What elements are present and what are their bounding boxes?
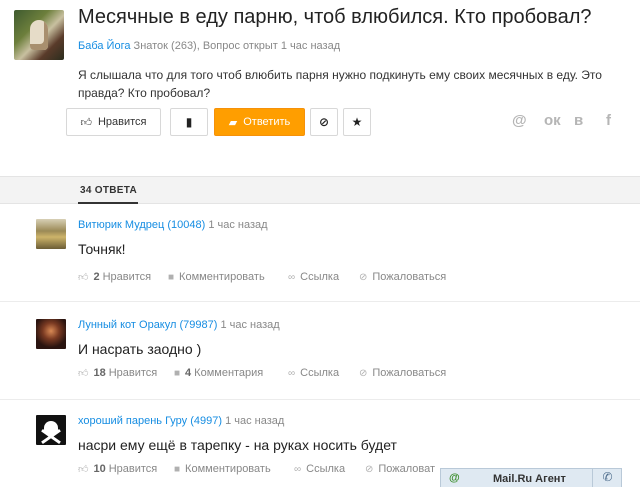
- answers-count[interactable]: 34 ОТВЕТА: [80, 185, 137, 196]
- share-vk-icon[interactable]: в: [574, 112, 583, 132]
- question-block: Месячные в еду парню, чтоб влюбился. Кто…: [14, 6, 634, 174]
- answer-link-label: Ссылка: [300, 271, 340, 283]
- thumbs-up-icon: 👍︎: [78, 272, 89, 283]
- speech-bubble-icon: ▰: [228, 116, 238, 129]
- answer-author-rank: Гуру (4997): [165, 415, 223, 427]
- answer-time: 1 час назад: [208, 219, 268, 231]
- answer-meta: Лунный кот Оракул (79987) 1 час назад: [78, 319, 280, 331]
- answer-report-button[interactable]: ⊘ Пожаловат: [365, 463, 435, 475]
- answer-like-label: Нравится: [108, 463, 158, 475]
- report-icon: ⊘: [365, 463, 374, 475]
- answer-like-label: Нравится: [102, 271, 152, 283]
- answers-tab-underline: [78, 202, 138, 204]
- answer-like-count: 18: [93, 367, 106, 379]
- question-author-rank: Знаток (263), Вопрос открыт 1 час назад: [133, 40, 341, 52]
- answer-report-label: Пожаловат: [378, 463, 436, 475]
- thumbs-up-icon: 👍︎: [78, 464, 89, 475]
- answer-link-label: Ссылка: [306, 463, 346, 475]
- agent-at-icon: @: [449, 472, 460, 484]
- link-icon: ∞: [294, 463, 302, 475]
- answer-avatar[interactable]: [36, 219, 66, 249]
- answer-comment-label: Комментария: [194, 367, 264, 379]
- answer-author-link[interactable]: Витюрик: [78, 219, 122, 231]
- agent-title: Mail.Ru Агент: [493, 473, 566, 485]
- answer-text: Точняк!: [78, 241, 126, 257]
- question-text: Я слышала что для того чтоб влюбить парн…: [78, 68, 602, 100]
- like-button-label: Нравится: [97, 116, 147, 128]
- flag-icon: ▮: [185, 115, 193, 129]
- answer-comment-button[interactable]: ■ Комментировать: [174, 463, 271, 475]
- share-mail-icon[interactable]: @: [512, 112, 527, 132]
- answer-comment-label: Комментировать: [179, 271, 265, 283]
- author-avatar[interactable]: [14, 10, 64, 60]
- answer-link-button[interactable]: ∞ Ссылка: [294, 463, 345, 475]
- answer-text: И насрать заодно ): [78, 341, 202, 357]
- thumbs-up-icon: 👍︎: [78, 368, 89, 379]
- answer-avatar[interactable]: [36, 319, 66, 349]
- report-icon: ⊘: [359, 271, 368, 283]
- comment-icon: ■: [174, 367, 181, 379]
- answer-like-count: 2: [93, 271, 100, 283]
- answer-link-button[interactable]: ∞ Ссылка: [288, 271, 339, 283]
- question-title: Месячные в еду парню, чтоб влюбился. Кто…: [78, 6, 592, 28]
- question-author-link[interactable]: Баба Йога: [78, 40, 130, 52]
- answer-item: Лунный кот Оракул (79987) 1 час назад И …: [0, 303, 640, 400]
- answer-report-button[interactable]: ⊘ Пожаловаться: [359, 271, 446, 283]
- answer-like-button[interactable]: 👍︎ 10 Нравится: [78, 463, 157, 475]
- block-icon: ⊘: [318, 115, 330, 129]
- comment-icon: ■: [174, 463, 181, 475]
- thumbs-up-icon: 👍︎: [80, 116, 92, 129]
- answer-author-rank: Оракул (79987): [139, 319, 218, 331]
- answer-meta: Витюрик Мудрец (10048) 1 час назад: [78, 219, 268, 231]
- answer-meta: хороший парень Гуру (4997) 1 час назад: [78, 415, 284, 427]
- question-meta: Баба Йога Знаток (263), Вопрос открыт 1 …: [78, 40, 340, 52]
- star-icon: ★: [351, 115, 363, 129]
- answer-avatar[interactable]: [36, 415, 66, 445]
- answer-comment-button[interactable]: ■ Комментировать: [168, 271, 265, 283]
- answer-button[interactable]: ▰ Ответить: [214, 108, 305, 136]
- block-button[interactable]: ⊘: [310, 108, 338, 136]
- answer-report-button[interactable]: ⊘ Пожаловаться: [359, 367, 446, 379]
- like-button[interactable]: 👍︎ Нравится: [66, 108, 161, 136]
- answer-link-label: Ссылка: [300, 367, 340, 379]
- answer-like-label: Нравится: [108, 367, 158, 379]
- answer-like-button[interactable]: 👍︎ 18 Нравится: [78, 367, 157, 379]
- share-ok-icon[interactable]: ок: [544, 112, 561, 132]
- answer-like-button[interactable]: 👍︎ 2 Нравится: [78, 271, 151, 283]
- bookmark-button[interactable]: ▮: [170, 108, 208, 136]
- answer-like-count: 10: [93, 463, 106, 475]
- answer-comment-label: Комментировать: [185, 463, 271, 475]
- answer-button-label: Ответить: [243, 116, 291, 128]
- answer-author-link[interactable]: хороший парень: [78, 415, 162, 427]
- comment-icon: ■: [168, 271, 175, 283]
- link-icon: ∞: [288, 367, 296, 379]
- report-icon: ⊘: [359, 367, 368, 379]
- answer-link-button[interactable]: ∞ Ссылка: [288, 367, 339, 379]
- favorite-button[interactable]: ★: [343, 108, 371, 136]
- answers-header: 34 ОТВЕТА: [0, 176, 640, 204]
- answer-time: 1 час назад: [220, 319, 280, 331]
- answer-author-rank: Мудрец (10048): [124, 219, 206, 231]
- answer-report-label: Пожаловаться: [372, 271, 447, 283]
- phone-icon[interactable]: ✆: [592, 468, 622, 487]
- answer-time: 1 час назад: [225, 415, 285, 427]
- answer-item: Витюрик Мудрец (10048) 1 час назад Точня…: [0, 205, 640, 302]
- answer-report-label: Пожаловаться: [372, 367, 447, 379]
- answer-comment-count: 4: [185, 367, 192, 379]
- link-icon: ∞: [288, 271, 296, 283]
- answer-text: насри ему ещё в тарепку - на руках носит…: [78, 437, 397, 453]
- answer-author-link[interactable]: Лунный кот: [78, 319, 136, 331]
- share-fb-icon[interactable]: f: [606, 112, 611, 132]
- answer-comment-button[interactable]: ■ 4 Комментария: [174, 367, 263, 379]
